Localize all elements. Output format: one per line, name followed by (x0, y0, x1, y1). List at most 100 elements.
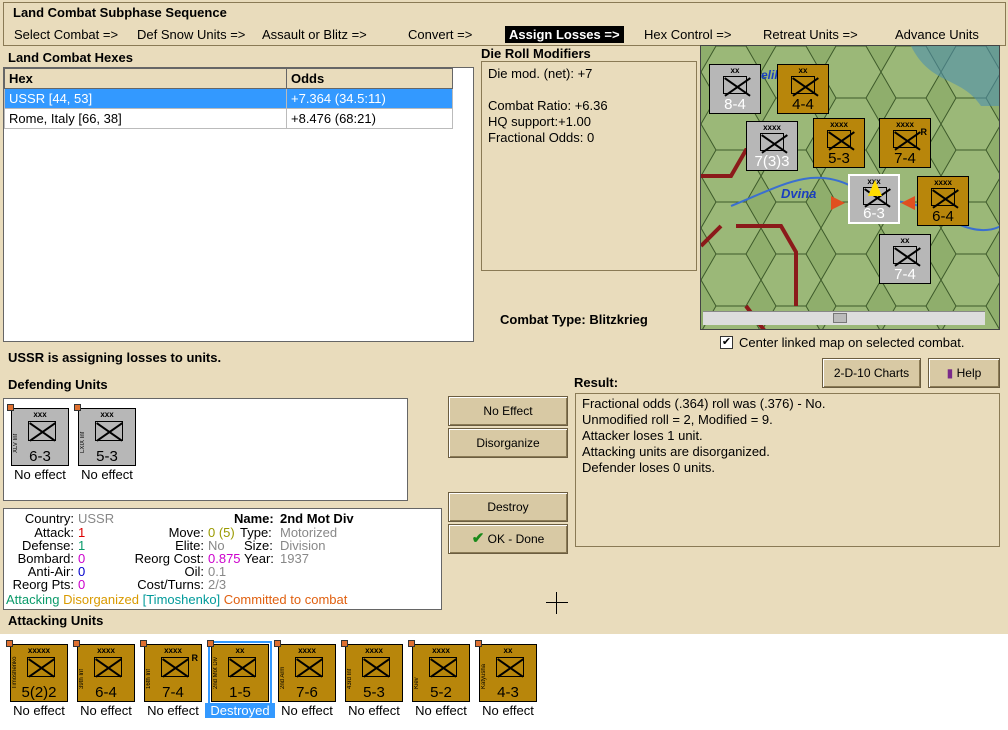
phase-hex-control[interactable]: Hex Control => (640, 26, 735, 43)
defending-unit[interactable]: xxx XLV Inf 6-3 (7, 404, 69, 466)
reorg-value: 0 (78, 577, 86, 592)
combat-type: Combat Type: Blitzkrieg (500, 312, 648, 327)
map-counter[interactable]: xx 8-4 (709, 64, 761, 114)
unit-caption: No effect (14, 467, 66, 482)
help-book-icon: ▮ (946, 366, 954, 380)
phase-select-combat[interactable]: Select Combat => (10, 26, 122, 43)
map-counter[interactable]: xx 4-4 (777, 64, 829, 114)
unit-caption: No effect (13, 703, 65, 718)
defending-title: Defending Units (8, 377, 108, 392)
map-counter[interactable]: xx 7-4 (879, 234, 931, 284)
map-counter[interactable]: xxxx 5-3 (813, 118, 865, 168)
table-row[interactable]: USSR [44, 53] +7.364 (34.5:11) (4, 88, 453, 109)
attacking-unit[interactable]: xxxx Kiev 5-2 (408, 640, 470, 702)
crosshair-cursor-icon (556, 592, 557, 614)
hexes-list[interactable]: Hex Odds USSR [44, 53] +7.364 (34.5:11) … (3, 67, 474, 342)
drm-title: Die Roll Modifiers (481, 46, 591, 61)
selected-map-counter[interactable]: xxx 6-3 (848, 174, 900, 224)
attacking-unit[interactable]: xx 2nd Mot Div 1-5 (207, 640, 272, 705)
drm-line: Combat Ratio: +6.36 (488, 98, 608, 113)
disorganize-button[interactable]: Disorganize (448, 428, 568, 458)
crosshair-cursor-icon (546, 602, 568, 603)
map-counter[interactable]: xxxx 6-4 (917, 176, 969, 226)
destroy-button[interactable]: Destroy (448, 492, 568, 522)
charts-button[interactable]: 2-D-10 Charts (822, 358, 921, 388)
column-hex[interactable]: Hex (4, 68, 287, 89)
map-counter[interactable]: xxxx R 7-4 (879, 118, 931, 168)
infantry-icon (893, 130, 917, 148)
help-button[interactable]: ▮ Help (928, 358, 1000, 388)
result-title: Result: (574, 375, 619, 390)
unit-type-icon (362, 657, 390, 677)
ok-done-button[interactable]: ✔ OK - Done (448, 524, 568, 554)
counter-strength: 7-4 (894, 266, 916, 283)
center-map-checkbox[interactable]: ✔ (720, 336, 733, 349)
counter-strength: 6-3 (863, 205, 885, 222)
phase-retreat-units[interactable]: Retreat Units => (759, 26, 862, 43)
attacking-unit[interactable]: xx Katyusha 4-3 (475, 640, 537, 702)
year-label: Year: (244, 551, 274, 566)
drm-line: Die mod. (net): +7 (488, 66, 593, 81)
center-map-label: Center linked map on selected combat. (739, 335, 965, 350)
unit-caption: No effect (81, 467, 133, 482)
attacking-title: Attacking Units (8, 613, 104, 628)
river-label: Dvina (781, 186, 817, 201)
table-row[interactable]: Rome, Italy [66, 38] +8.476 (68:21) (4, 108, 453, 129)
counter-strength: 4-3 (497, 684, 519, 701)
combat-type-label: Combat Type: (500, 312, 586, 327)
unit-type-icon (496, 657, 524, 677)
country-label: Country: (24, 511, 74, 526)
status-committed: Committed to combat (223, 592, 348, 607)
no-effect-button[interactable]: No Effect (448, 396, 568, 426)
counter-strength: 5-3 (363, 684, 385, 701)
attacking-unit[interactable]: xxxx R 16th Inf 7-4 (140, 640, 202, 702)
counter-strength: 7(3)3 (754, 153, 790, 170)
phase-convert[interactable]: Convert => (404, 26, 476, 43)
scroll-thumb[interactable] (833, 313, 847, 323)
defending-units-panel: xxx XLV Inf 6-3 No effect xxx LXIX Inf 5… (3, 398, 408, 501)
status-disorganized: Disorganized (63, 592, 139, 607)
linked-map[interactable]: Dvina elik xx 8-4 xx 4-4 xxxx 7(3)3 xxxx… (700, 45, 1000, 330)
result-line: Attacking units are disorganized. (582, 444, 770, 459)
phase-steps: Select Combat => Def Snow Units => Assau… (10, 26, 1000, 44)
counter-strength: 8-4 (724, 96, 746, 113)
table-header: Hex Odds (4, 68, 453, 89)
counter-strength: 7-6 (296, 684, 318, 701)
counter-size: xxx (100, 410, 114, 419)
phase-advance-units[interactable]: Advance Units (891, 26, 983, 43)
year-value: 1937 (280, 551, 309, 566)
map-horizontal-scrollbar[interactable] (703, 311, 985, 325)
counter-size: xx (798, 66, 808, 75)
infantry-icon (95, 421, 123, 441)
attacking-unit[interactable]: xxxx 43rd Inf 5-3 (341, 640, 403, 702)
phase-def-snow[interactable]: Def Snow Units => (133, 26, 249, 43)
unit-caption: Destroyed (205, 703, 275, 718)
counter-size: xxxx (934, 178, 952, 187)
infantry-icon (760, 133, 784, 151)
counter-strength: 6-4 (932, 208, 954, 225)
attacking-unit[interactable]: xxxx 39th Inf 6-4 (73, 640, 135, 702)
unit-caption: No effect (147, 703, 199, 718)
counter-strength: 5-3 (828, 150, 850, 167)
counter-size: xx (235, 646, 245, 655)
infantry-icon (723, 76, 747, 94)
attacking-unit[interactable]: xxxxx Timoshenko 5(2)2 (6, 640, 68, 702)
counter-strength: 5-3 (96, 448, 118, 465)
counter-size: xx (900, 236, 910, 245)
odds-cell: +7.364 (34.5:11) (286, 88, 453, 109)
counter-size: xxxx (365, 646, 383, 655)
defending-unit[interactable]: xxx LXIX Inf 5-3 (74, 404, 136, 466)
checkmark-icon: ✔ (471, 530, 485, 547)
column-odds[interactable]: Odds (286, 68, 453, 89)
phase-assign-losses[interactable]: Assign Losses => (505, 26, 624, 43)
counter-size: xxxx (97, 646, 115, 655)
phase-assault-blitz[interactable]: Assault or Blitz => (258, 26, 371, 43)
odds-cell: +8.476 (68:21) (286, 108, 453, 129)
attacking-unit[interactable]: xxxx 2nd Arm 7-6 (274, 640, 336, 702)
drm-spacer (488, 82, 690, 98)
result-line: Fractional odds (.364) roll was (.376) -… (582, 396, 826, 411)
unit-type-icon (228, 657, 256, 677)
infantry-icon (791, 76, 815, 94)
unit-type-icon (295, 657, 323, 677)
map-counter[interactable]: xxxx 7(3)3 (746, 121, 798, 171)
